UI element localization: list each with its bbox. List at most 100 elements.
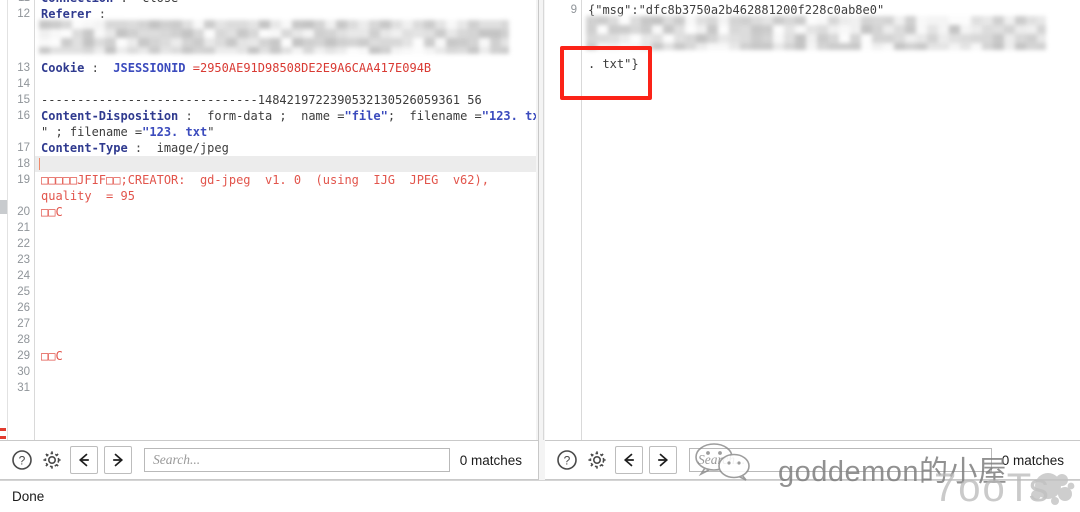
search-input[interactable]: Search... <box>144 448 450 472</box>
search-input[interactable]: Search... <box>689 448 992 472</box>
code-line[interactable] <box>35 220 536 236</box>
code-token: : <box>91 7 107 21</box>
gear-icon[interactable] <box>40 448 64 472</box>
status-bar: Done <box>0 480 1080 512</box>
code-line[interactable] <box>35 268 536 284</box>
code-token: quality = 95 <box>41 189 135 203</box>
line-number: 25 <box>17 286 30 298</box>
code-line[interactable]: Content-Type : image/jpeg <box>35 140 536 156</box>
code-line[interactable]: Cookie : JSESSIONID =2950AE91D98508DE2E9… <box>35 60 536 76</box>
line-number: 21 <box>17 222 30 234</box>
line-number: 12 <box>17 8 30 20</box>
code-line[interactable] <box>35 284 536 300</box>
line-number: 24 <box>17 270 30 282</box>
code-token: "123. txt <box>481 109 536 123</box>
code-token: ; filename = <box>387 109 482 123</box>
line-number: 13 <box>17 62 30 74</box>
line-number: 19 <box>17 174 30 186</box>
search-placeholder: Search... <box>153 452 201 467</box>
annotation-highlight-box <box>560 46 652 100</box>
arrow-left-icon[interactable] <box>615 446 643 474</box>
svg-text:?: ? <box>19 454 26 468</box>
code-line[interactable]: " ; filename ="123. txt" <box>35 124 536 140</box>
line-number: 22 <box>17 238 30 250</box>
code-line[interactable] <box>35 236 536 252</box>
code-token: C <box>55 349 63 363</box>
line-number: 20 <box>17 206 30 218</box>
code-line[interactable] <box>35 252 536 268</box>
code-token: □□ <box>106 173 121 187</box>
line-number: 26 <box>17 302 30 314</box>
arrow-right-icon[interactable] <box>649 446 677 474</box>
code-token: form-data ; name = <box>207 109 345 123</box>
code-token: 2950AE91D98508DE2E9A6CAA417E094B <box>199 61 432 75</box>
code-token: : <box>127 141 157 155</box>
code-line[interactable]: ------------------------------1484219722… <box>35 92 536 108</box>
line-number: 17 <box>17 142 30 154</box>
request-code-area[interactable]: Connection : closeReferer :Cookie : JSES… <box>35 0 536 440</box>
text-caret <box>39 158 40 170</box>
code-token: : <box>84 61 114 75</box>
code-token: Content-Type <box>41 141 128 155</box>
code-line[interactable]: □□C <box>35 204 536 220</box>
code-token: : <box>178 109 208 123</box>
code-line[interactable] <box>35 76 536 92</box>
code-line[interactable] <box>35 332 536 348</box>
response-pane[interactable]: 9 {"msg":"dfc8b3750a2b462881200f228c0ab8… <box>545 0 1080 440</box>
code-token: = <box>185 61 200 75</box>
code-token: □□ <box>41 205 56 219</box>
question-mark-icon[interactable]: ? <box>10 448 34 472</box>
svg-text:?: ? <box>564 454 571 468</box>
code-token: " <box>207 125 215 139</box>
line-number: 23 <box>17 254 30 266</box>
line-number: 31 <box>17 382 30 394</box>
code-line[interactable] <box>35 156 536 172</box>
line-number: 14 <box>17 78 30 90</box>
line-number: 30 <box>17 366 30 378</box>
code-line[interactable] <box>35 316 536 332</box>
code-token: ;CREATOR: gd-jpeg v1. 0 (using IJG JPEG … <box>120 173 489 187</box>
line-number: 27 <box>17 318 30 330</box>
code-line[interactable]: quality = 95 <box>35 188 536 204</box>
code-token: □□ <box>41 349 56 363</box>
pane-splitter[interactable] <box>538 0 539 512</box>
code-line[interactable]: Content-Disposition : form-data ; name =… <box>35 108 536 124</box>
code-token: {"msg":"dfc8b3750a2b462881200f228c0ab8e0… <box>588 3 885 17</box>
match-count-label: 0 matches <box>459 452 522 468</box>
code-token: □□□□□ <box>41 173 78 187</box>
code-line[interactable] <box>35 380 536 396</box>
gear-icon[interactable] <box>585 448 609 472</box>
code-token: JSESSIONID <box>113 61 186 75</box>
pane-gutter-line <box>543 0 544 440</box>
line-number: 29 <box>17 350 30 362</box>
redacted-region <box>586 16 1046 50</box>
response-code-area[interactable]: {"msg":"dfc8b3750a2b462881200f228c0ab8e0… <box>582 0 1080 440</box>
code-token: image/jpeg <box>156 141 229 155</box>
line-number: 16 <box>17 110 30 122</box>
response-search-toolbar: ? Search... 0 matches <box>545 440 1080 480</box>
left-scroll-rail[interactable] <box>0 0 8 440</box>
code-token: " ; filename = <box>41 125 143 139</box>
code-token: "123. txt <box>142 125 208 139</box>
scroll-marker <box>0 436 6 439</box>
http-message-viewer: 1112131415161718192021222324252627282930… <box>0 0 1080 512</box>
line-number-gutter: 1112131415161718192021222324252627282930… <box>8 0 35 440</box>
code-line[interactable] <box>35 300 536 316</box>
arrow-right-icon[interactable] <box>104 446 132 474</box>
request-pane[interactable]: 1112131415161718192021222324252627282930… <box>0 0 536 440</box>
arrow-left-icon[interactable] <box>70 446 98 474</box>
code-line[interactable] <box>35 364 536 380</box>
code-token: "file" <box>344 109 388 123</box>
redacted-region <box>39 20 509 54</box>
scroll-marker <box>0 428 6 431</box>
line-number: 28 <box>17 334 30 346</box>
code-token: JFIF <box>77 173 107 187</box>
scroll-thumb[interactable] <box>0 200 7 214</box>
request-code-editor[interactable]: 1112131415161718192021222324252627282930… <box>8 0 536 440</box>
code-line[interactable]: □□C <box>35 348 536 364</box>
code-line[interactable]: . txt"} <box>582 56 1080 72</box>
code-line[interactable]: □□□□□JFIF□□;CREATOR: gd-jpeg v1. 0 (usin… <box>35 172 536 188</box>
code-token: Content-Disposition <box>41 109 179 123</box>
search-placeholder: Search... <box>698 452 746 467</box>
question-mark-icon[interactable]: ? <box>555 448 579 472</box>
